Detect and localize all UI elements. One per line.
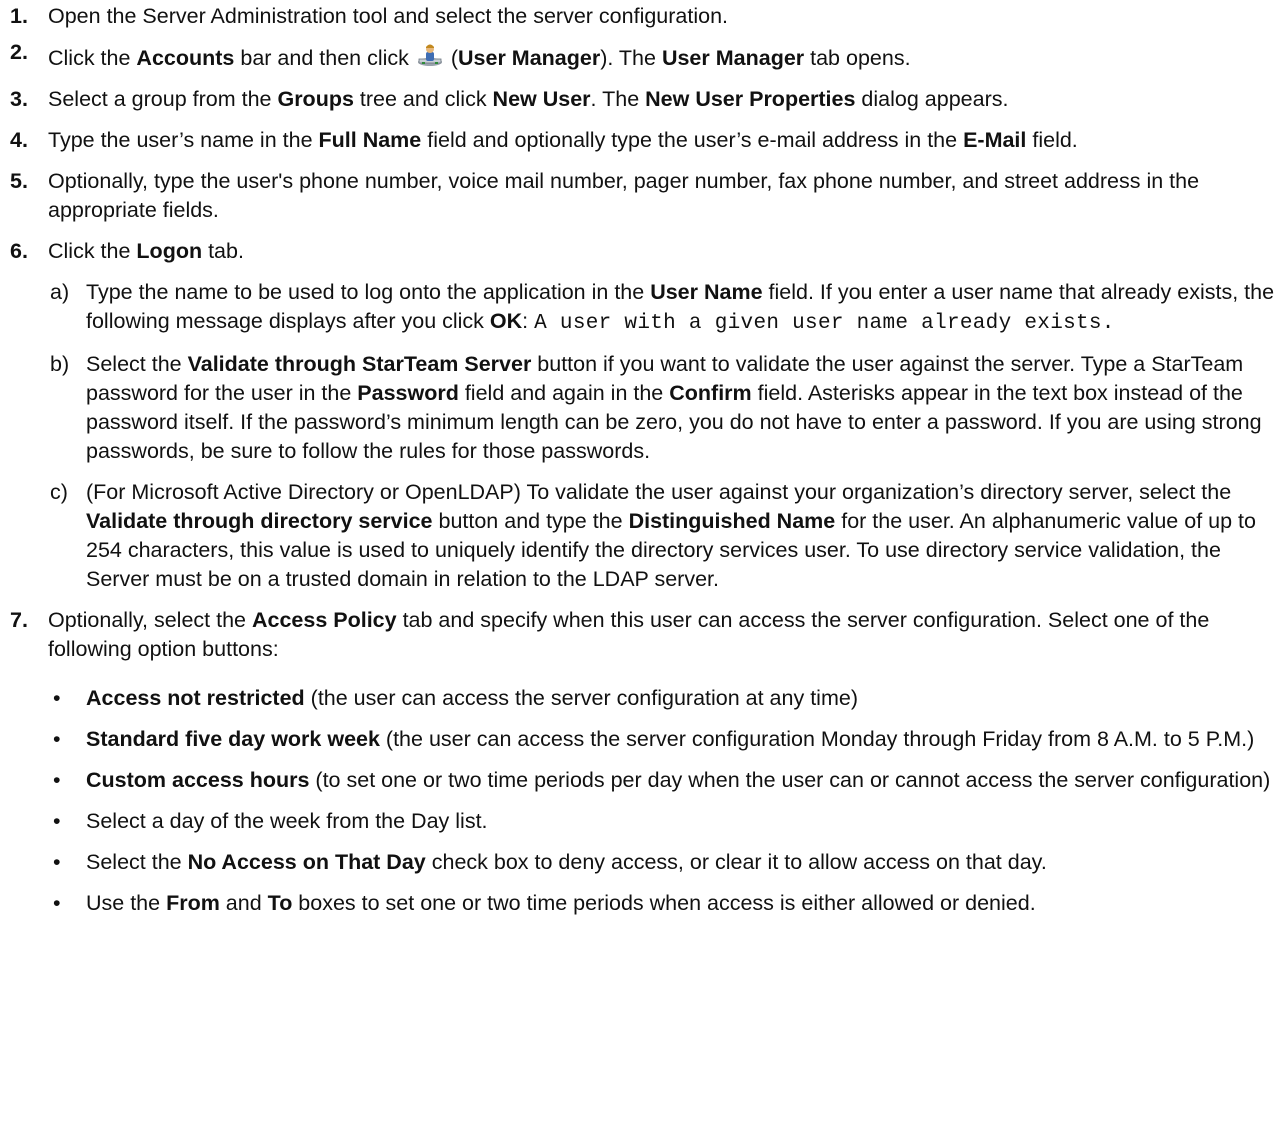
step-text: bar and then click <box>234 46 415 70</box>
step-text: check box to deny access, or clear it to… <box>425 850 1047 874</box>
step-number: 4. <box>10 128 28 152</box>
step-7: 7. Optionally, select the Access Policy … <box>0 606 1281 664</box>
bullet-item: • Standard five day work week (the user … <box>0 725 1281 754</box>
step-text: Select the <box>86 850 188 874</box>
step-text: dialog appears. <box>855 87 1009 111</box>
step-text: tab. <box>202 239 244 263</box>
step-text: field. <box>1026 128 1078 152</box>
step-text: Use the <box>86 891 167 915</box>
step-text: field and optionally type the user’s e-m… <box>421 128 964 152</box>
ui-term: Access Policy <box>251 608 397 632</box>
step-3: 3. Select a group from the Groups tree a… <box>0 85 1281 114</box>
ui-term: New User <box>492 87 591 111</box>
step-text: (the user can access the server configur… <box>379 727 1255 751</box>
step-number: 5. <box>10 169 28 193</box>
ui-term: Full Name <box>318 128 422 152</box>
document-page: 1. Open the Server Administration tool a… <box>0 0 1281 918</box>
bullet-dot: • <box>53 727 61 751</box>
step-text: . The <box>590 87 646 111</box>
step-number: 1. <box>10 4 28 28</box>
bullet-item: • Custom access hours (to set one or two… <box>0 766 1281 795</box>
step-5: 5. Optionally, type the user's phone num… <box>0 167 1281 225</box>
step-text: Click the <box>48 239 137 263</box>
ui-term: Accounts <box>136 46 235 70</box>
step-text: Click the <box>48 46 137 70</box>
step-text: and <box>219 891 268 915</box>
ui-term: Standard five day work week <box>86 727 380 751</box>
substep-c: c) (For Microsoft Active Directory or Op… <box>0 478 1281 594</box>
step-text: Select a day of the week from the Day li… <box>86 809 488 833</box>
ui-term: Password <box>357 381 459 405</box>
ui-term: Confirm <box>669 381 752 405</box>
step-text: tab opens. <box>804 46 911 70</box>
step-number: 7. <box>10 608 28 632</box>
step-text: tree and click <box>353 87 493 111</box>
step-6: 6. Click the Logon tab. <box>0 237 1281 266</box>
step-number: 6. <box>10 239 28 263</box>
step-text: ). The <box>600 46 662 70</box>
step-text: button and type the <box>432 509 629 533</box>
step-number: 2. <box>10 40 28 64</box>
step-text: field and again in the <box>458 381 670 405</box>
substep-a: a) Type the name to be used to log onto … <box>0 278 1281 338</box>
ui-term: Groups <box>277 87 354 111</box>
ui-term: To <box>267 891 293 915</box>
substep-label: c) <box>50 480 68 504</box>
ui-term: Access not restricted <box>86 686 305 710</box>
bullet-item: • Select a day of the week from the Day … <box>0 807 1281 836</box>
step-text: (to set one or two time periods per day … <box>309 768 1271 792</box>
bullet-dot: • <box>53 809 61 833</box>
ui-term: Distinguished Name <box>628 509 836 533</box>
user-manager-icon <box>417 43 443 69</box>
bullet-dot: • <box>53 686 61 710</box>
ui-term: New User Properties <box>645 87 856 111</box>
step-2: 2. Click the Accounts bar and then click… <box>0 40 1281 73</box>
ui-term: Validate through directory service <box>86 509 433 533</box>
bullet-dot: • <box>53 768 61 792</box>
ui-term: User Manager <box>661 46 805 70</box>
ui-term: User Manager <box>458 46 601 70</box>
ui-term: User Name <box>650 280 763 304</box>
bullet-item: • Select the No Access on That Day check… <box>0 848 1281 877</box>
step-text: boxes to set one or two time periods whe… <box>292 891 1036 915</box>
step-text: Select the <box>86 352 188 376</box>
bullet-item: • Use the From and To boxes to set one o… <box>0 889 1281 918</box>
ui-term: E-Mail <box>963 128 1027 152</box>
step-text: Type the user’s name in the <box>48 128 319 152</box>
bullet-dot: • <box>53 850 61 874</box>
step-text: Type the name to be used to log onto the… <box>86 280 651 304</box>
step-text: Optionally, type the user's phone number… <box>48 169 1200 222</box>
ui-term: Logon <box>136 239 203 263</box>
ui-term: Validate through StarTeam Server <box>187 352 532 376</box>
step-text: Select a group from the <box>48 87 278 111</box>
step-text: Open the Server Administration tool and … <box>48 4 729 28</box>
ui-term: No Access on That Day <box>187 850 426 874</box>
bullet-item: • Access not restricted (the user can ac… <box>0 684 1281 713</box>
bullet-dot: • <box>53 891 61 915</box>
step-4: 4. Type the user’s name in the Full Name… <box>0 126 1281 155</box>
ui-term: From <box>166 891 220 915</box>
substep-label: a) <box>50 280 70 304</box>
step-number: 3. <box>10 87 28 111</box>
step-text: (the user can access the server configur… <box>304 686 858 710</box>
ui-term: OK <box>489 309 523 333</box>
code-message: A user with a given user name already ex… <box>534 312 1115 335</box>
step-text: (For Microsoft Active Directory or OpenL… <box>86 480 1232 504</box>
step-text: Optionally, select the <box>48 608 252 632</box>
step-text: : <box>522 309 535 333</box>
ui-term: Custom access hours <box>86 768 310 792</box>
substep-label: b) <box>50 352 70 376</box>
substep-b: b) Select the Validate through StarTeam … <box>0 350 1281 466</box>
step-1: 1. Open the Server Administration tool a… <box>0 2 1281 31</box>
step-text: ( <box>444 46 458 70</box>
